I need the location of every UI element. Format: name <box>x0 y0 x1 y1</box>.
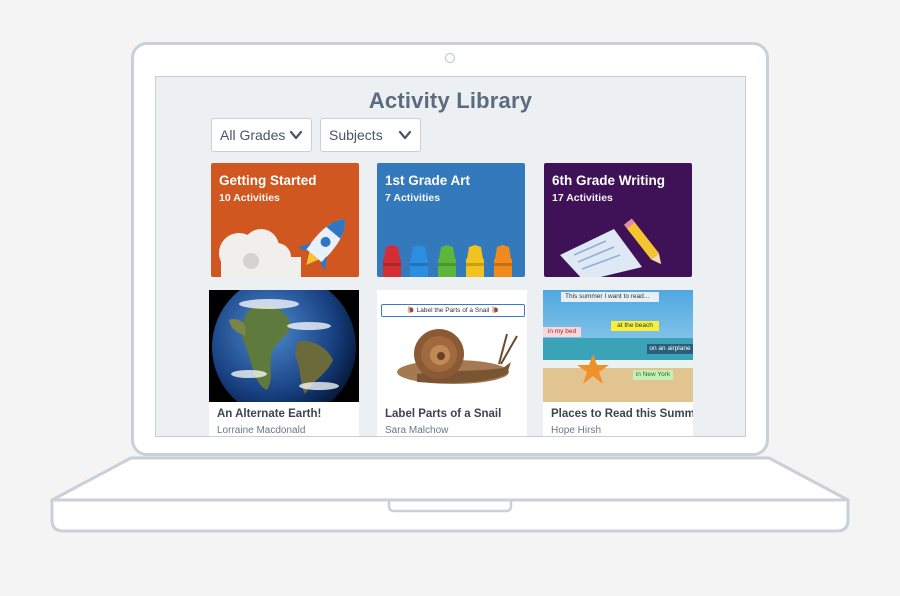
collection-count: 7 Activities <box>385 192 441 204</box>
activity-card[interactable]: 🐌 Label the Parts of a Snail 🐌 Label Par… <box>377 290 527 436</box>
thumb-label: at the beach <box>611 321 659 331</box>
collection-title: 6th Grade Writing <box>552 173 666 188</box>
thumb-label: This summer I want to read... <box>561 292 659 302</box>
activity-author: Sara Malchow <box>385 425 449 436</box>
chevron-down-icon <box>398 130 412 140</box>
snail-thumbnail-banner: 🐌 Label the Parts of a Snail 🐌 <box>381 304 525 317</box>
activity-card[interactable]: This summer I want to read... at the bea… <box>543 290 693 436</box>
activity-author: Hope Hirsh <box>551 425 602 436</box>
collection-title: Getting Started <box>219 173 317 188</box>
thumb-label: in my bed <box>543 327 581 337</box>
collection-tile-1st-grade-art[interactable]: 1st Grade Art 7 Activities <box>377 163 525 277</box>
collection-tile-getting-started[interactable]: Getting Started 10 Activities <box>211 163 359 277</box>
subjects-dropdown[interactable]: Subjects <box>320 118 421 152</box>
activity-title: Places to Read this Summer <box>551 408 693 420</box>
collection-count: 17 Activities <box>552 192 613 204</box>
activity-card[interactable]: An Alternate Earth! Lorraine Macdonald <box>209 290 359 436</box>
earth-globe-thumbnail <box>209 290 359 402</box>
grades-dropdown-label: All Grades <box>220 127 286 143</box>
app-screen: Activity Library All Grades Subjects Get… <box>155 76 746 437</box>
activity-title: An Alternate Earth! <box>217 408 322 420</box>
grades-dropdown[interactable]: All Grades <box>211 118 312 152</box>
activity-title: Label Parts of a Snail <box>385 408 502 420</box>
page-title: Activity Library <box>368 88 533 113</box>
chevron-down-icon <box>289 130 303 140</box>
subjects-dropdown-label: Subjects <box>329 127 383 143</box>
collection-title: 1st Grade Art <box>385 173 471 188</box>
collection-tile-6th-grade-writing[interactable]: 6th Grade Writing 17 Activities <box>544 163 692 277</box>
thumb-label: in New York <box>633 370 673 380</box>
thumb-label: on an airplane <box>647 344 693 354</box>
activity-author: Lorraine Macdonald <box>217 425 306 436</box>
collection-count: 10 Activities <box>219 192 280 204</box>
